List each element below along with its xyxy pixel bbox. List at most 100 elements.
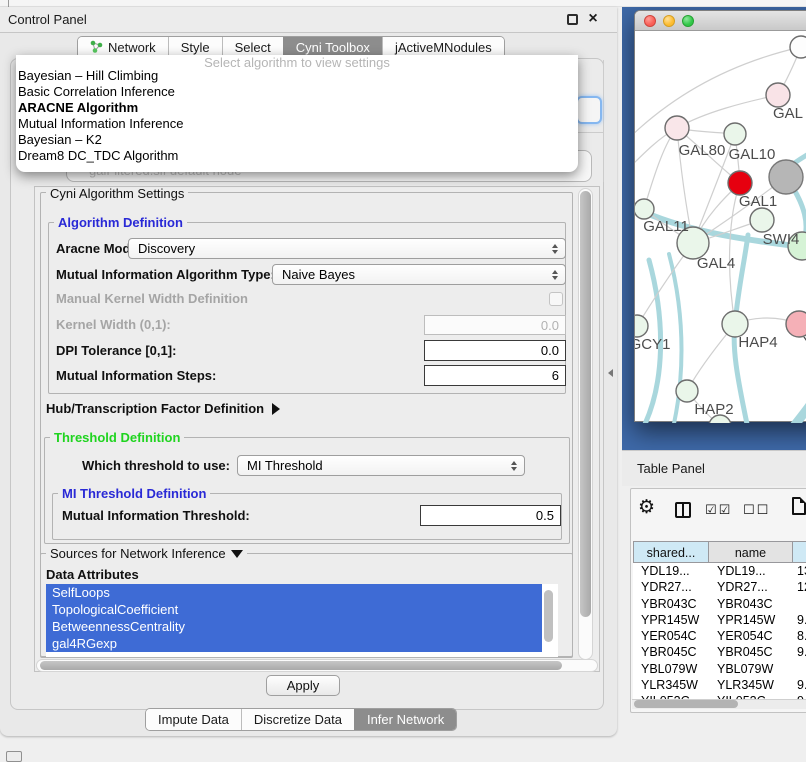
table-row-ybr043c[interactable]: YBR043CYBR043C (633, 596, 806, 612)
algorithm-option-aracne-algorithm[interactable]: ARACNE Algorithm (18, 100, 578, 116)
network-node-gal80[interactable] (665, 116, 689, 140)
table-cell: YPR145W (709, 612, 793, 628)
control-panel-titlebar[interactable]: Control Panel (0, 7, 617, 33)
mi-steps-input[interactable] (424, 365, 566, 386)
column-header-name[interactable]: name (709, 541, 793, 563)
table-row-ybr045c[interactable]: YBR045CYBR045C9. (633, 644, 806, 660)
panel-divider-grip-icon[interactable] (608, 369, 613, 377)
table-body: YDL19...YDL19...13YDR27...YDR27...12YBR0… (633, 563, 806, 701)
network-node-gal1[interactable] (750, 208, 774, 232)
algorithm-option-bayesian-hill-climbing[interactable]: Bayesian – Hill Climbing (18, 68, 578, 84)
threshold-definition-title: Threshold Definition (50, 431, 184, 444)
data-attributes-list[interactable]: SelfLoopsTopologicalCoefficientBetweenne… (46, 584, 558, 657)
which-threshold-value: MI Threshold (247, 458, 323, 473)
data-attribute-topologicalcoefficient[interactable]: TopologicalCoefficient (46, 601, 542, 618)
zoom-window-icon[interactable] (682, 15, 694, 27)
network-node-label-gal11: GAL11 (643, 218, 689, 235)
algorithm-option-basic-correlation-inference[interactable]: Basic Correlation Inference (18, 84, 578, 100)
table-row-ylr345w[interactable]: YLR345WYLR345W9. (633, 677, 806, 693)
kernel-width-input[interactable] (424, 315, 566, 335)
data-attribute-gal4rgexp[interactable]: gal4RGexp (46, 635, 542, 652)
network-window-titlebar[interactable] (635, 11, 806, 31)
settings-horizontal-scrollbar-thumb[interactable] (40, 661, 562, 670)
table-row-ybl079w[interactable]: YBL079WYBL079W (633, 661, 806, 677)
data-attribute-selfloops[interactable]: SelfLoops (46, 584, 542, 601)
table-panel-titlebar[interactable]: Table Panel (622, 450, 806, 486)
network-node-gray[interactable] (769, 160, 803, 194)
network-view-window: GALGAL80GAL10GAL1GAL11SWI4GAL4GCY1HAP4YH… (634, 10, 806, 422)
table-cell: YBR045C (633, 644, 709, 660)
algorithm-definition-title: Algorithm Definition (54, 216, 187, 229)
table-cell: YBL079W (709, 661, 793, 677)
deselect-checkboxes-icon[interactable]: ☐☐ (743, 503, 770, 518)
mi-algorithm-type-combo[interactable]: Naive Bayes (272, 264, 566, 285)
algorithm-option-mutual-information-inference[interactable]: Mutual Information Inference (18, 116, 578, 132)
inference-algorithm-combo-button[interactable] (576, 96, 602, 124)
table-cell: 9. (793, 677, 806, 693)
network-node-gcy1[interactable] (635, 315, 648, 337)
minimize-window-icon[interactable] (663, 15, 675, 27)
settings-vertical-scrollbar-thumb[interactable] (580, 191, 591, 617)
algorithm-option-bayesian-k2[interactable]: Bayesian – K2 (18, 132, 578, 148)
table-settings-gear-icon[interactable]: ⚙ (638, 498, 655, 517)
network-node-gal10[interactable] (724, 123, 746, 145)
network-node-label-gal4: GAL4 (697, 255, 735, 272)
network-node-unlabeled-top[interactable] (790, 36, 806, 58)
network-node-hap2[interactable] (676, 380, 698, 402)
algorithm-option-dream8-dc-tdc-algorithm[interactable]: Dream8 DC_TDC Algorithm (18, 148, 578, 164)
data-attribute-betweennesscentrality[interactable]: BetweennessCentrality (46, 618, 542, 635)
dpi-tolerance-input[interactable] (424, 340, 566, 361)
column-header-a[interactable]: A (793, 541, 806, 563)
control-panel-title: Control Panel (8, 12, 87, 27)
mi-algorithm-type-value: Naive Bayes (282, 267, 355, 282)
table-row-ypr145w[interactable]: YPR145WYPR145W9. (633, 612, 806, 628)
table-cell: YDR27... (633, 579, 709, 595)
table-horizontal-scrollbar-thumb[interactable] (634, 700, 738, 708)
dpi-tolerance-label: DPI Tolerance [0,1]: (56, 340, 176, 361)
tab-label: Cyni Toolbox (296, 40, 370, 55)
aracne-mode-combo[interactable]: Discovery (128, 238, 566, 259)
table-row-yer054c[interactable]: YER054CYER054C8. (633, 628, 806, 644)
table-cell: 9. (793, 644, 806, 660)
which-threshold-combo[interactable]: MI Threshold (237, 455, 525, 476)
network-node-gal11[interactable] (635, 199, 654, 219)
table-row-ydr27-[interactable]: YDR27...YDR27...12 (633, 579, 806, 595)
network-node-red[interactable] (728, 171, 752, 195)
table-cell: 13 (793, 563, 806, 579)
hub-transcription-factor-label: Hub/Transcription Factor Definition (46, 401, 264, 416)
manual-kernel-width-label: Manual Kernel Width Definition (56, 288, 248, 309)
table-cell: YER054C (709, 628, 793, 644)
collapsed-arrow-icon[interactable] (272, 403, 280, 415)
mi-threshold-input[interactable] (420, 505, 561, 526)
tab-impute-data[interactable]: Impute Data (146, 709, 241, 730)
manual-kernel-width-checkbox[interactable] (549, 292, 563, 306)
table-panel-title: Table Panel (637, 461, 705, 476)
which-threshold-label: Which threshold to use: (60, 455, 230, 476)
hub-transcription-factor-section[interactable]: Hub/Transcription Factor Definition (46, 401, 280, 416)
network-node-gal-partial[interactable] (766, 83, 790, 107)
tab-infer-network[interactable]: Infer Network (354, 709, 456, 730)
close-panel-icon[interactable]: × (585, 8, 601, 30)
tab-discretize-data[interactable]: Discretize Data (241, 709, 354, 730)
stepper-arrows-icon (552, 265, 558, 284)
tab-label: Network (108, 40, 156, 55)
minimized-panel-icon[interactable] (6, 751, 22, 762)
network-node-label-hap2: HAP2 (694, 401, 733, 418)
new-table-icon[interactable] (792, 497, 806, 515)
attributes-list-scrollbar[interactable] (544, 590, 553, 642)
select-checkboxes-icon[interactable]: ☑☑ (705, 503, 732, 518)
network-canvas[interactable]: GALGAL80GAL10GAL1GAL11SWI4GAL4GCY1HAP4YH… (635, 32, 806, 423)
close-window-icon[interactable] (644, 15, 656, 27)
expanded-arrow-icon[interactable] (231, 550, 243, 558)
table-cell: YBL079W (633, 661, 709, 677)
network-node-label-hap4: HAP4 (738, 334, 777, 351)
float-panel-icon[interactable] (567, 14, 578, 25)
table-row-ydl19-[interactable]: YDL19...YDL19...13 (633, 563, 806, 579)
sources-for-network-inference-title[interactable]: Sources for Network Inference (46, 547, 247, 560)
tab-label: jActiveMNodules (395, 40, 492, 55)
column-header-shared-[interactable]: shared... (633, 541, 709, 563)
cyni-bottom-tabbar: Impute DataDiscretize DataInfer Network (145, 708, 457, 731)
apply-button[interactable]: Apply (266, 675, 340, 696)
algorithm-dropdown-popup: Select algorithm to view settings Bayesi… (16, 55, 578, 172)
split-columns-icon[interactable] (675, 502, 691, 518)
